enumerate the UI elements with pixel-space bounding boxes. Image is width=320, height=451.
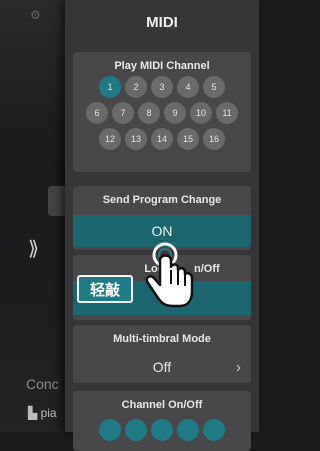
channel-button-16[interactable]: 16	[203, 128, 225, 150]
card-title: Send Program Change	[102, 194, 222, 206]
channel-toggle-1[interactable]	[99, 419, 121, 441]
channel-button-12[interactable]: 12	[99, 128, 121, 150]
channel-button-8[interactable]: 8	[138, 102, 160, 124]
channel-toggle-2[interactable]	[125, 419, 147, 441]
channel-button-1[interactable]: 1	[99, 76, 121, 98]
background-object	[48, 186, 66, 216]
collapse-panel-icon[interactable]: ⟫	[28, 236, 39, 261]
channel-button-7[interactable]: 7	[112, 102, 134, 124]
channel-toggle-4[interactable]	[177, 419, 199, 441]
multi-timbral-mode-value: Off	[152, 359, 172, 375]
channel-toggle-5[interactable]	[203, 419, 225, 441]
tap-hand-icon	[145, 242, 194, 308]
tap-gesture-label: 轻敲	[77, 275, 133, 303]
midi-panel: MIDI Play MIDI Channel 1 2 3 4 5 6 7 8 9 10 11 12 13…	[65, 0, 259, 451]
channel-button-3[interactable]: 3	[151, 76, 173, 98]
channel-button-13[interactable]: 13	[125, 128, 147, 150]
background-status-icon: ⚙	[30, 8, 41, 22]
channel-toggle-3[interactable]	[151, 419, 173, 441]
channel-button-4[interactable]: 4	[177, 76, 199, 98]
background-label-2: ▙ pia	[28, 406, 57, 420]
channel-button-10[interactable]: 10	[190, 102, 212, 124]
channel-button-5[interactable]: 5	[203, 76, 225, 98]
channel-button-6[interactable]: 6	[86, 102, 108, 124]
card-title: Channel On/Off	[121, 399, 203, 411]
card-title: Play MIDI Channel	[114, 60, 210, 72]
background-label: Conc	[26, 376, 59, 392]
channel-button-15[interactable]: 15	[177, 128, 199, 150]
panel-title: MIDI	[146, 13, 178, 31]
channel-on-off-card: Channel On/Off	[73, 391, 251, 451]
multi-timbral-mode-card: Multi-timbral Mode Off ›	[73, 325, 251, 383]
channel-button-2[interactable]: 2	[125, 76, 147, 98]
multi-timbral-mode-select[interactable]: Off ›	[73, 351, 251, 383]
channel-button-11[interactable]: 11	[216, 102, 238, 124]
play-midi-channel-card: Play MIDI Channel 1 2 3 4 5 6 7 8 9 10 11 12 13 14 15 1…	[73, 52, 251, 172]
channel-button-14[interactable]: 14	[151, 128, 173, 150]
chevron-right-icon: ›	[236, 359, 241, 376]
channel-button-9[interactable]: 9	[164, 102, 186, 124]
card-title: Multi-timbral Mode	[113, 333, 211, 345]
